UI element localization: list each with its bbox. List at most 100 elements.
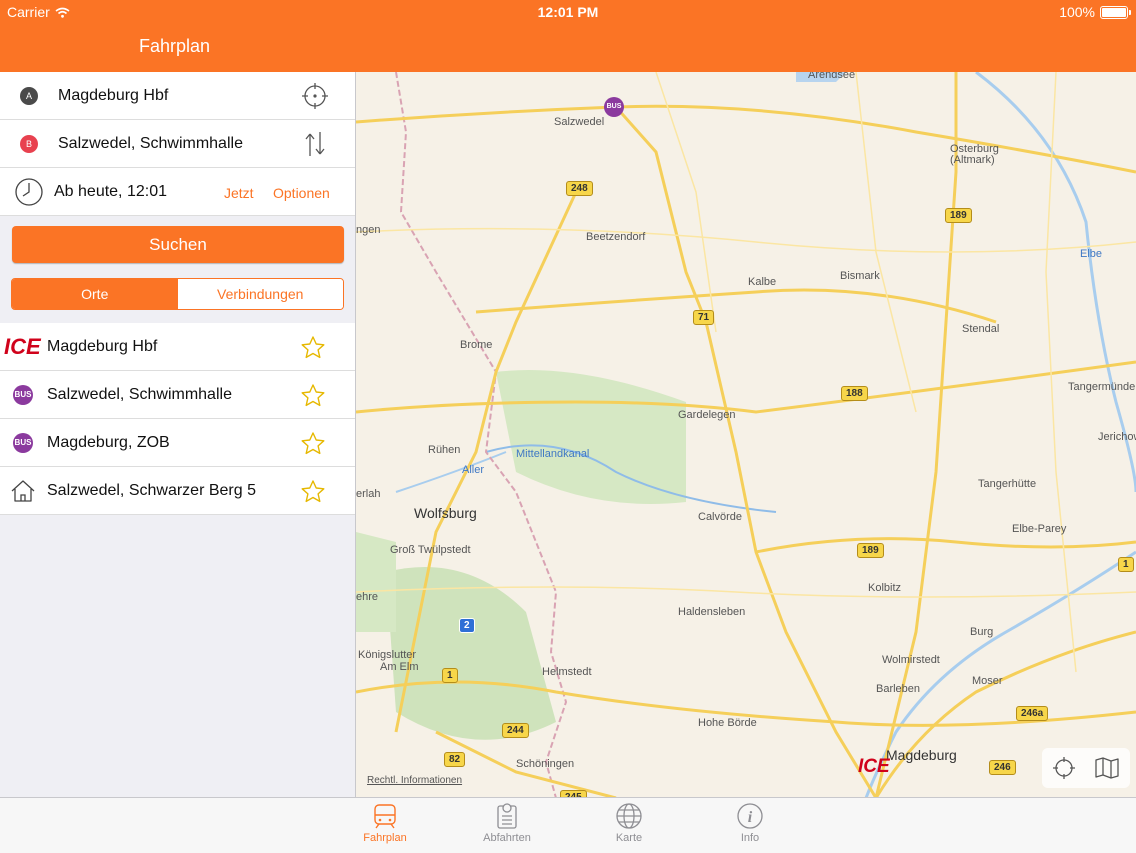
city-label: Moser [972,675,1003,687]
road-shield: 82 [444,752,466,767]
tab-places[interactable]: Orte [12,279,178,309]
city-label: Tangermünde [1068,381,1136,393]
road-shield: 246a [1016,706,1049,721]
star-icon[interactable] [300,335,326,361]
to-pin-icon: B [20,135,38,153]
battery-label: 100% [1059,4,1095,20]
star-icon[interactable] [300,479,326,505]
to-field[interactable]: B Salzwedel, Schwimmhalle [0,120,355,168]
from-pin-icon: A [20,87,38,105]
time-field[interactable]: Ab heute, 12:01 Jetzt Optionen [0,168,355,216]
city-label: ngen [356,224,381,236]
city-label: Schöningen [516,758,575,770]
city-label: Magdeburg [886,747,957,763]
battery-icon [1100,5,1131,19]
city-label: Haldensleben [678,606,746,618]
city-label: erlah [356,488,381,500]
swap-icon[interactable] [301,130,329,158]
road-shield: 189 [945,208,972,223]
status-time: 12:01 PM [537,4,599,20]
info-icon: i [737,803,763,829]
favorite-name: Magdeburg Hbf [47,338,158,355]
list-item[interactable]: BUS Salzwedel, Schwimmhalle [0,371,355,419]
road-shield: 189 [857,543,884,558]
map-controls [1042,748,1130,788]
tab-label: Abfahrten [483,832,531,844]
locate-icon[interactable] [301,82,329,110]
favorites-list: ICE Magdeburg Hbf BUS Salzwedel, Schwimm… [0,323,355,515]
list-item[interactable]: Salzwedel, Schwarzer Berg 5 [0,467,355,515]
from-value: Magdeburg Hbf [58,87,169,104]
city-label: Gardelegen [678,409,736,421]
tab-bar: Fahrplan Abfahrten Karte i Info [0,797,1136,853]
road-shield: 2 [459,618,475,633]
legal-link[interactable]: Rechtl. Informationen [367,775,462,786]
list-item[interactable]: BUS Magdeburg, ZOB [0,419,355,467]
city-label: Groß Twülpstedt [390,544,471,556]
departures-icon [497,803,517,829]
tab-info[interactable]: i Info [710,802,790,844]
tab-label: Fahrplan [363,832,407,844]
nav-bar: Fahrplan [0,22,1136,72]
city-label: ehre [356,591,379,603]
route-panel: A Magdeburg Hbf B Salzwedel, Schwimmhall… [0,72,356,798]
city-label: Wolmirstedt [882,654,940,666]
city-label: Elbe [1080,248,1103,260]
options-button[interactable]: Optionen [273,185,330,201]
time-value: Ab heute, 12:01 [54,183,167,200]
tab-label: Info [740,832,760,844]
road-shield: 244 [502,723,529,738]
map-bus-icon[interactable]: BUS [604,97,624,117]
star-icon[interactable] [300,431,326,457]
city-label: Jerichow [1098,431,1136,443]
favorite-name: Salzwedel, Schwimmhalle [47,386,232,403]
road-shield: 1 [1118,557,1134,572]
tab-abfahrten[interactable]: Abfahrten [467,802,547,844]
map-view[interactable]: Arendsee Salzwedel Osterburg (Altmark) B… [356,72,1136,798]
city-label: Calvörde [698,511,743,523]
locate-icon[interactable] [1052,756,1076,780]
tab-label: Karte [615,832,643,844]
city-label: Helmstedt [542,666,592,678]
segmented-control: Orte Verbindungen [11,278,344,310]
city-label: Wolfsburg [414,505,477,521]
map-icon[interactable] [1094,756,1120,780]
page-title: Fahrplan [139,36,211,56]
to-value: Salzwedel, Schwimmhalle [58,135,243,152]
tab-connections[interactable]: Verbindungen [177,279,343,309]
road-shield: 1 [442,668,458,683]
city-label: Brome [460,339,493,351]
clock-icon [15,178,43,206]
city-label: Bismark [840,270,880,282]
city-label: Barleben [876,683,921,695]
star-icon[interactable] [300,383,326,409]
list-item[interactable]: ICE Magdeburg Hbf [0,323,355,371]
road-shield: 246 [989,760,1016,775]
city-label: Hohe Börde [698,717,757,729]
city-label: Tangerhütte [978,478,1037,490]
battery-info: 100% [1059,4,1131,20]
road-shield: 248 [566,181,593,196]
road-shield: 188 [841,386,868,401]
city-label: (Altmark) [950,154,995,166]
search-button[interactable]: Suchen [12,226,344,263]
train-icon [374,804,396,829]
city-label: Königslutter [358,649,417,661]
city-label: Kolbitz [868,582,902,594]
city-label: Beetzendorf [586,231,646,243]
favorite-name: Salzwedel, Schwarzer Berg 5 [47,482,256,499]
status-bar: Carrier 12:01 PM 100% [0,0,1136,22]
favorite-name: Magdeburg, ZOB [47,434,170,451]
now-button[interactable]: Jetzt [224,185,254,201]
bus-icon: BUS [13,385,33,405]
city-label: Aller [462,464,485,476]
city-label: Am Elm [380,661,419,673]
map-ice-icon[interactable]: ICE [858,756,890,778]
city-label: Rühen [428,444,461,456]
tab-fahrplan[interactable]: Fahrplan [345,802,425,844]
map-background [356,72,1136,798]
svg-text:i: i [748,809,753,826]
from-field[interactable]: A Magdeburg Hbf [0,72,355,120]
tab-karte[interactable]: Karte [589,802,669,844]
road-shield: 71 [693,310,715,325]
